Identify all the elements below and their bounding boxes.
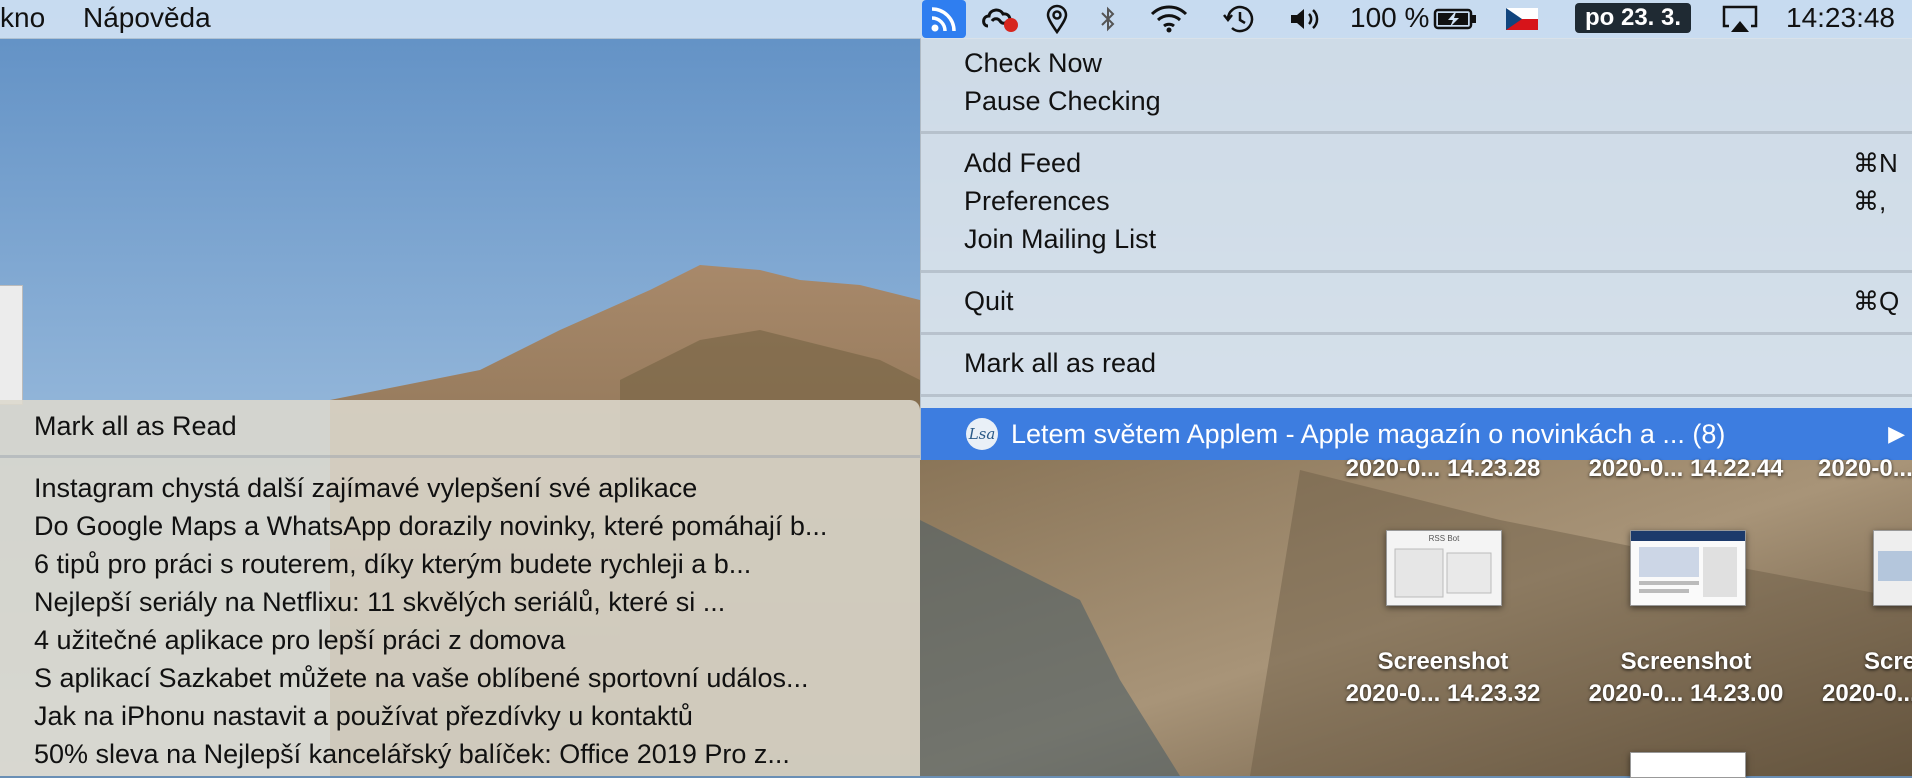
desktop-file-name[interactable]: Screenshot [1333,648,1553,676]
desktop-file-label[interactable]: 2020-0... 14.23.28 [1333,455,1553,483]
battery-percentage[interactable]: 100 % [1350,0,1429,38]
preferences-shortcut: ⌘, [1853,186,1887,216]
clock[interactable]: 14:23:48 [1786,0,1895,38]
pause-checking-item[interactable]: Pause Checking [964,83,1161,119]
add-feed-shortcut: ⌘N [1853,148,1898,178]
feed-title: Letem světem Applem - Apple magazín o no… [1011,419,1726,449]
join-mailing-list-item[interactable]: Join Mailing List [964,221,1156,257]
desktop-file-name[interactable]: Screenshot [1576,648,1796,676]
screenshot-thumbnail[interactable]: RSS Bot [1386,530,1502,606]
wifi-icon[interactable] [1145,0,1193,38]
feed-logo-icon: Lsa [966,418,998,450]
article-item[interactable]: Nejlepší seriály na Netflixu: 11 skvělýc… [34,584,725,620]
mark-all-as-read-item[interactable]: Mark all as read [964,345,1156,381]
add-feed-item[interactable]: Add Feed [964,145,1081,181]
article-item[interactable]: 50% sleva na Nejlepší kancelářský balíče… [34,736,790,772]
screenshot-thumbnail[interactable] [1630,530,1746,606]
location-icon[interactable] [1040,0,1074,38]
rss-icon[interactable] [922,0,966,38]
menu-bar: kno Nápověda 100 % po 23. 3. 14:23:48 [0,0,1912,39]
article-item[interactable]: Instagram chystá další zajímavé vylepšen… [34,470,697,506]
battery-charging-icon[interactable] [1432,0,1480,38]
screenshot-thumbnail[interactable] [1630,752,1746,778]
check-now-item[interactable]: Check Now [964,45,1102,81]
menu-separator [921,332,1912,335]
feed-item-letem-svetem-applem[interactable]: Lsa Letem světem Applem - Apple magazín … [921,408,1912,460]
article-item[interactable]: 4 užitečné aplikace pro lepší práci z do… [34,622,565,658]
desktop-file-date[interactable]: 2020-0... 14.23.32 [1333,680,1553,708]
thumbnail-title: RSS Bot [1429,534,1460,543]
desktop-file-label[interactable]: 2020-0... 14.22.44 [1576,455,1796,483]
desktop-file-date[interactable]: 2020-0... 14.23.00 [1576,680,1796,708]
article-item[interactable]: S aplikací Sazkabet můžete na vaše oblíb… [34,660,808,696]
airplay-icon[interactable] [1718,0,1762,38]
preferences-item[interactable]: Preferences [964,183,1110,219]
desktop-file-date[interactable]: 2020-0... [1822,680,1912,708]
date-display[interactable]: po 23. 3. [1575,3,1692,33]
volume-icon[interactable] [1285,0,1327,38]
menu-separator [921,270,1912,273]
article-item[interactable]: Jak na iPhonu nastavit a používat přezdí… [34,698,693,734]
menu-separator [921,394,1912,397]
mark-all-as-read-submenu-item[interactable]: Mark all as Read [34,408,237,444]
rss-dropdown-menu: Check Now Pause Checking Add Feed ⌘N Pre… [920,38,1912,460]
article-item[interactable]: Do Google Maps a WhatsApp dorazily novin… [34,508,827,544]
article-item[interactable]: 6 tipů pro práci s routerem, díky kterým… [34,546,751,582]
quit-item[interactable]: Quit [964,283,1014,319]
quit-shortcut: ⌘Q [1853,286,1900,316]
desktop-file-label[interactable]: 2020-0... [1818,455,1912,483]
menu-help[interactable]: Nápověda [83,0,211,38]
menu-separator [921,131,1912,134]
background-window-edge[interactable] [0,285,23,405]
bluetooth-icon[interactable] [1093,0,1123,38]
menu-window[interactable]: kno [0,0,45,38]
menu-separator [0,455,920,458]
creative-cloud-icon[interactable] [978,0,1022,38]
screenshot-thumbnail[interactable] [1873,530,1912,606]
submenu-arrow-icon: ▶ [1888,421,1905,446]
czech-flag-input-icon[interactable] [1505,0,1539,38]
desktop-file-name[interactable]: Scre [1864,648,1912,676]
time-machine-icon[interactable] [1218,0,1260,38]
feed-articles-submenu: Mark all as Read Instagram chystá další … [0,400,920,776]
